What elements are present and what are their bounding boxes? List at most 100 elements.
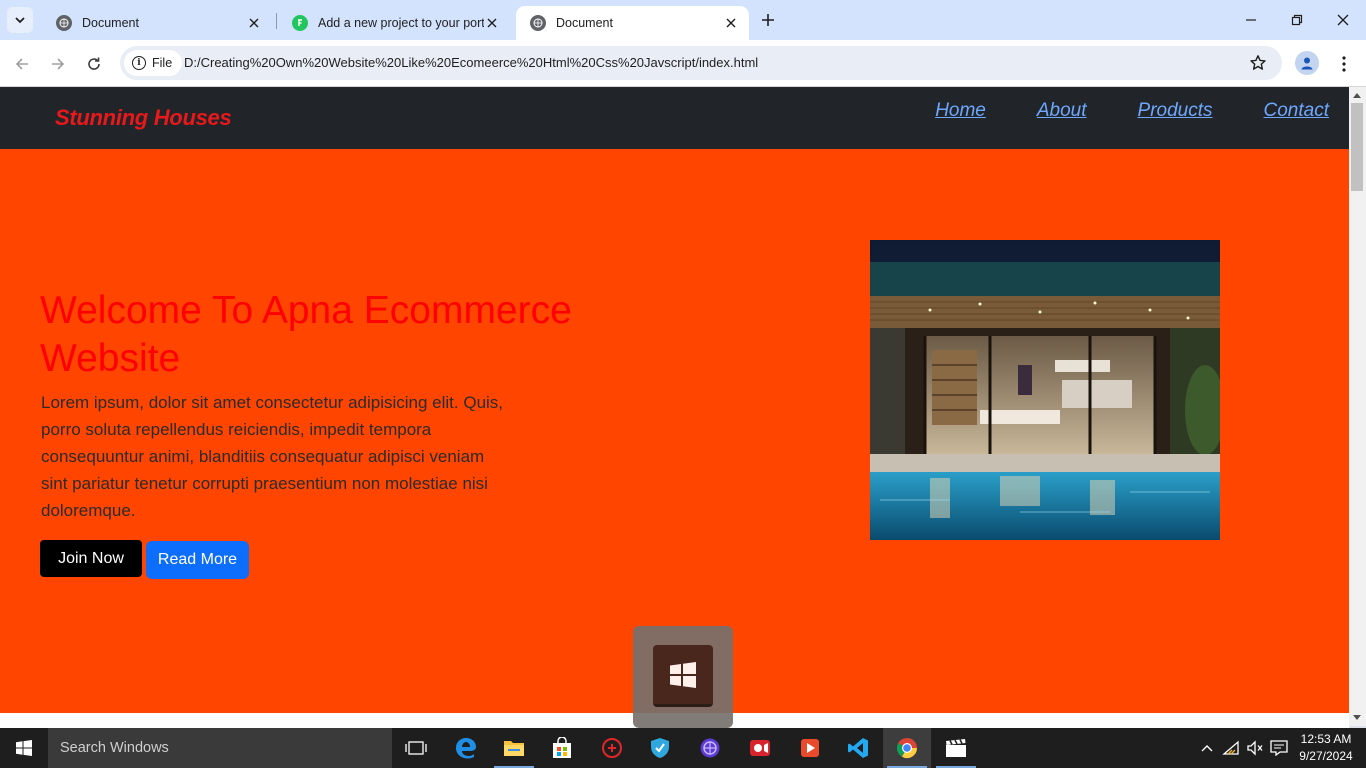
windows-logo-icon	[670, 661, 696, 688]
taskbar-clapper[interactable]	[932, 728, 980, 768]
site-favicon-icon	[292, 15, 308, 31]
chrome-icon	[896, 738, 918, 759]
browser-tab-strip: Document Add a new project to your portf…	[0, 0, 1366, 40]
taskbar-clock[interactable]: 12:53 AM 9/27/2024	[1296, 731, 1356, 765]
minimize-icon	[1246, 19, 1256, 21]
play-icon	[801, 739, 819, 757]
nav-link-contact[interactable]: Contact	[1264, 100, 1329, 122]
star-icon	[1250, 55, 1266, 70]
browser-toolbar: i File D:/Creating%20Own%20Website%20Lik…	[0, 40, 1366, 87]
clock-date: 9/27/2024	[1299, 749, 1353, 763]
taskbar-media-player[interactable]	[786, 728, 834, 768]
taskbar-chrome[interactable]	[883, 728, 931, 768]
taskbar-vscode[interactable]	[834, 728, 882, 768]
browser-tab-2[interactable]: Add a new project to your portf	[278, 6, 510, 40]
tray-volume[interactable]	[1244, 728, 1266, 768]
task-view-icon	[405, 741, 427, 755]
task-view-button[interactable]	[392, 728, 440, 768]
notification-icon	[1270, 740, 1288, 756]
person-icon	[1301, 57, 1313, 70]
store-bag-icon	[553, 737, 571, 758]
globe-browser-icon	[700, 738, 720, 758]
windows-taskbar: Search Windows 12:53 AM 9/27/2024	[0, 728, 1366, 768]
taskbar-screen-recorder[interactable]	[736, 728, 784, 768]
scroll-down-arrow-icon[interactable]	[1353, 715, 1361, 720]
arrow-left-icon	[15, 58, 28, 70]
minimize-button[interactable]	[1228, 0, 1274, 40]
tab-title: Document	[556, 16, 613, 30]
globe-icon	[56, 15, 72, 31]
browser-menu-button[interactable]	[1332, 50, 1356, 78]
bookmark-star-button[interactable]	[1248, 53, 1268, 73]
new-tab-button[interactable]	[756, 8, 780, 32]
windows-logo-icon	[16, 740, 32, 756]
reload-button[interactable]	[80, 50, 108, 78]
house-image	[870, 240, 1220, 540]
page-viewport: Stunning Houses Home About Products Cont…	[0, 87, 1349, 713]
hero-title: Welcome To Apna Ecommerce Website	[40, 289, 572, 380]
join-now-button[interactable]: Join Now	[40, 540, 142, 577]
taskbar-game-app[interactable]	[588, 728, 636, 768]
taskbar-edge[interactable]	[442, 728, 490, 768]
restore-icon	[1291, 14, 1303, 26]
windows-logo-tile[interactable]	[653, 645, 713, 707]
url-text[interactable]: D:/Creating%20Own%20Website%20Like%20Eco…	[184, 55, 758, 70]
globe-icon	[530, 15, 546, 31]
tab-title: Document	[82, 16, 139, 30]
nav-link-home[interactable]: Home	[935, 100, 986, 122]
site-navbar: Stunning Houses Home About Products Cont…	[0, 87, 1349, 149]
forward-button[interactable]	[44, 50, 72, 78]
site-nav-links: Home About Products Contact	[884, 100, 1329, 122]
browser-tab-3-active[interactable]: Document	[516, 6, 749, 40]
close-window-button[interactable]	[1320, 0, 1366, 40]
more-vertical-icon	[1342, 56, 1346, 72]
close-icon	[1337, 14, 1349, 26]
chevron-down-icon	[15, 17, 25, 24]
recorder-icon	[750, 740, 770, 756]
tray-notifications[interactable]	[1268, 728, 1290, 768]
tab-title: Add a new project to your portf	[318, 16, 484, 30]
close-tab-icon[interactable]	[723, 15, 739, 31]
back-button[interactable]	[8, 50, 36, 78]
arrow-right-icon	[52, 58, 65, 70]
volume-muted-icon	[1247, 740, 1263, 756]
info-icon: i	[132, 56, 146, 70]
scheme-label: File	[152, 56, 173, 70]
tray-overflow-button[interactable]	[1196, 728, 1218, 768]
nav-link-products[interactable]: Products	[1138, 100, 1213, 122]
plus-icon	[762, 14, 774, 26]
vscode-icon	[848, 738, 868, 758]
folder-icon	[504, 741, 524, 756]
start-button[interactable]	[0, 728, 48, 768]
taskbar-vpn[interactable]	[636, 728, 684, 768]
chevron-up-icon	[1201, 745, 1213, 752]
start-overlay[interactable]	[633, 626, 733, 728]
page-scrollbar[interactable]	[1349, 87, 1366, 726]
edge-icon	[456, 738, 476, 759]
clapperboard-icon	[946, 739, 966, 757]
browser-tab-1[interactable]: Document	[42, 6, 272, 40]
read-more-button[interactable]: Read More	[146, 541, 249, 579]
taskbar-search-box[interactable]: Search Windows	[48, 728, 392, 768]
hero-description: Lorem ipsum, dolor sit amet consectetur …	[41, 393, 504, 520]
close-tab-icon[interactable]	[246, 15, 262, 31]
tray-network[interactable]	[1220, 728, 1242, 768]
scroll-up-arrow-icon[interactable]	[1353, 93, 1361, 98]
taskbar-browser-globe[interactable]	[686, 728, 734, 768]
address-bar[interactable]: i File D:/Creating%20Own%20Website%20Lik…	[120, 46, 1282, 80]
tab-separator	[276, 13, 277, 29]
game-icon	[602, 738, 622, 758]
restore-button[interactable]	[1274, 0, 1320, 40]
close-tab-icon[interactable]	[484, 15, 500, 31]
clock-time: 12:53 AM	[1300, 732, 1352, 746]
reload-icon	[88, 57, 100, 70]
nav-link-about[interactable]: About	[1037, 100, 1087, 122]
shield-icon	[651, 738, 669, 758]
tab-search-button[interactable]	[7, 7, 33, 33]
scrollbar-thumb[interactable]	[1351, 103, 1363, 191]
site-brand[interactable]: Stunning Houses	[55, 105, 232, 131]
taskbar-store[interactable]	[538, 728, 586, 768]
profile-button[interactable]	[1295, 51, 1319, 75]
taskbar-file-explorer[interactable]	[490, 728, 538, 768]
site-info-chip[interactable]: i File	[124, 50, 183, 76]
